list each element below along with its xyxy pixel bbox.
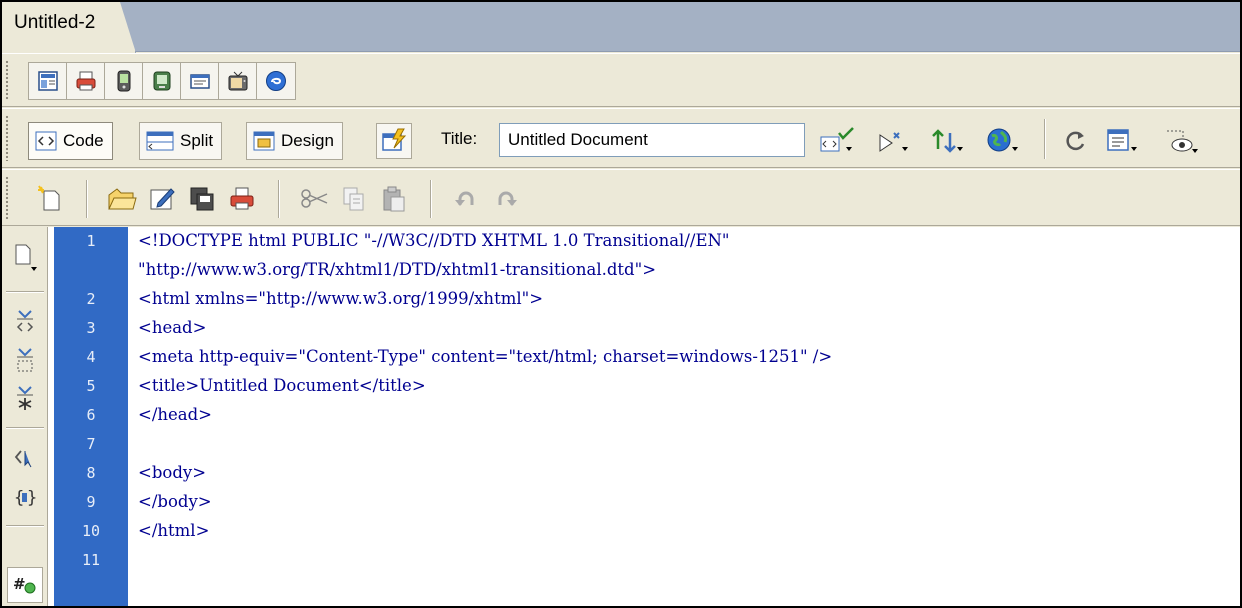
- line-number: 5: [86, 377, 96, 395]
- insert-icon-group: [28, 62, 296, 100]
- line-number: 2: [86, 290, 96, 308]
- live-view-icon[interactable]: [376, 123, 412, 159]
- file-management-icon[interactable]: [928, 125, 968, 157]
- split-view-icon: [146, 131, 174, 151]
- print-code-icon[interactable]: [224, 182, 260, 216]
- undo-icon[interactable]: [448, 182, 484, 216]
- document-toolbar: Code Split Design Title:: [2, 108, 1240, 168]
- title-label: Title:: [441, 129, 478, 148]
- insert-toolbar: [2, 53, 1240, 107]
- design-view-icon: [253, 131, 275, 151]
- open-documents-icon[interactable]: [7, 239, 43, 275]
- tv-screen-icon[interactable]: [219, 63, 257, 99]
- document-tab-bar: Untitled-2: [2, 2, 1240, 53]
- save-all-icon[interactable]: [184, 182, 220, 216]
- collapse-selection-icon[interactable]: [7, 343, 43, 379]
- toolbar-separator: [430, 180, 432, 218]
- preview-browser-icon[interactable]: [984, 125, 1024, 157]
- code-view-button[interactable]: Code: [28, 122, 113, 160]
- code-line[interactable]: <html xmlns="http://www.w3.org/1999/xhtm…: [138, 289, 543, 308]
- line-number: 1: [86, 232, 96, 250]
- preview-debug-icon[interactable]: [874, 125, 914, 157]
- document-tab[interactable]: Untitled-2: [2, 2, 136, 53]
- svg-text:}: }: [27, 488, 37, 508]
- handheld-screen-icon[interactable]: [143, 63, 181, 99]
- toolbar-separator: [1044, 119, 1046, 159]
- new-document-icon[interactable]: [34, 182, 68, 216]
- code-line[interactable]: <!DOCTYPE html PUBLIC "-//W3C//DTD XHTML…: [138, 231, 730, 250]
- paste-icon[interactable]: [376, 182, 412, 216]
- code-line[interactable]: <head>: [138, 318, 206, 337]
- mobile-device-icon[interactable]: [105, 63, 143, 99]
- collapse-full-tag-icon[interactable]: [7, 305, 43, 341]
- line-number: 11: [81, 551, 101, 569]
- open-folder-icon[interactable]: [104, 182, 140, 216]
- code-editor[interactable]: {} # 1 2 3 4 5 6 7 8 9 10 11 <!DOCTYPE h…: [2, 227, 1240, 606]
- svg-text:#: #: [13, 575, 26, 593]
- refresh-icon[interactable]: [1060, 125, 1092, 157]
- redo-icon[interactable]: [488, 182, 524, 216]
- standard-toolbar: [2, 169, 1240, 226]
- code-line[interactable]: </html>: [138, 521, 209, 540]
- toolbar-separator: [278, 180, 280, 218]
- validate-markup-icon[interactable]: [817, 125, 857, 157]
- toolbar-grip[interactable]: [5, 115, 10, 161]
- split-view-button[interactable]: Split: [139, 122, 223, 160]
- style-rendering-icon[interactable]: [257, 63, 295, 99]
- title-input[interactable]: [499, 123, 805, 157]
- cut-icon[interactable]: [296, 182, 332, 216]
- document-tab-label: Untitled-2: [14, 12, 96, 33]
- balance-braces-icon[interactable]: {}: [7, 479, 43, 515]
- code-line[interactable]: <body>: [138, 463, 206, 482]
- expand-all-icon[interactable]: [7, 381, 43, 417]
- coding-toolbar: {} #: [2, 227, 48, 606]
- print-page-icon[interactable]: [67, 63, 105, 99]
- line-number: 7: [86, 435, 96, 453]
- text-only-icon[interactable]: [181, 63, 219, 99]
- code-line[interactable]: "http://www.w3.org/TR/xhtml1/DTD/xhtml1-…: [138, 260, 656, 279]
- copy-icon[interactable]: [336, 182, 372, 216]
- code-view-icon: [35, 131, 57, 151]
- code-line[interactable]: <title>Untitled Document</title>: [138, 376, 426, 395]
- code-view-label: Code: [63, 131, 104, 150]
- line-numbers-icon[interactable]: #: [7, 567, 43, 603]
- dreamweaver-document-window: Untitled-2 Code Split Design Title: Unti…: [0, 0, 1242, 608]
- toolbar-separator: [86, 180, 88, 218]
- line-number: 10: [81, 522, 101, 540]
- browse-bridge-icon[interactable]: [144, 182, 180, 216]
- line-number: 9: [86, 493, 96, 511]
- visual-aids-icon[interactable]: [1162, 125, 1202, 157]
- line-number: 6: [86, 406, 96, 424]
- design-view-button[interactable]: Design: [246, 122, 343, 160]
- line-number: 8: [86, 464, 96, 482]
- code-line[interactable]: <meta http-equiv="Content-Type" content=…: [138, 347, 832, 366]
- layout-page-icon[interactable]: [29, 63, 67, 99]
- line-number-gutter: 1 2 3 4 5 6 7 8 9 10 11: [54, 227, 128, 606]
- coding-toolbar-separator: [6, 427, 44, 429]
- split-view-label: Split: [180, 131, 214, 150]
- line-number: 3: [86, 319, 96, 337]
- code-line[interactable]: </head>: [138, 405, 212, 424]
- view-options-icon[interactable]: [1104, 125, 1144, 157]
- select-parent-tag-icon[interactable]: [7, 439, 43, 475]
- code-line[interactable]: </body>: [138, 492, 212, 511]
- coding-toolbar-separator: [6, 525, 44, 527]
- line-number: 4: [86, 348, 96, 366]
- toolbar-grip[interactable]: [5, 60, 10, 100]
- design-view-label: Design: [281, 131, 334, 150]
- toolbar-grip[interactable]: [5, 176, 10, 219]
- coding-toolbar-separator: [6, 291, 44, 293]
